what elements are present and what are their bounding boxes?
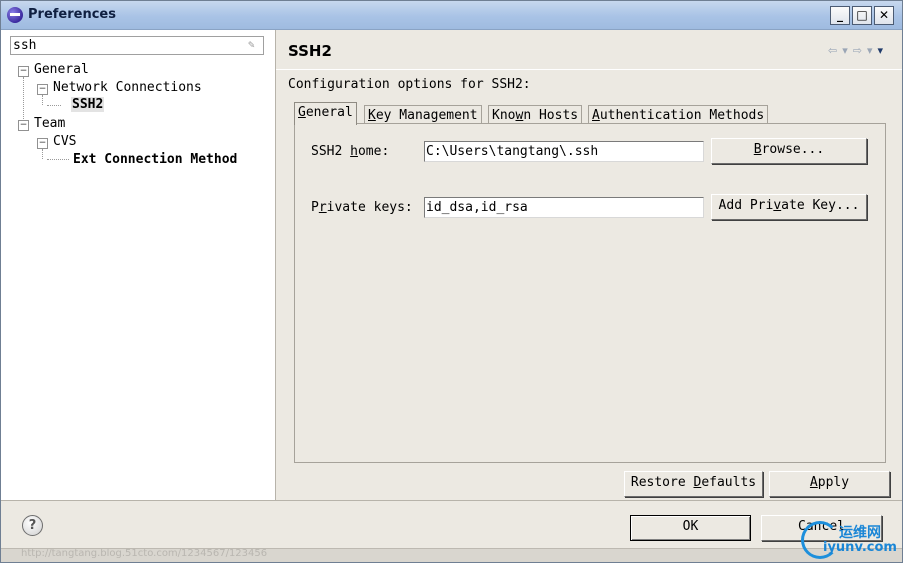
- private-keys-label-rest: ivate keys:: [326, 200, 413, 215]
- tree-item-network-connections[interactable]: Network Connections: [53, 80, 202, 96]
- tree-item-team[interactable]: Team: [34, 116, 65, 132]
- ssh2-home-label-text: SSH2: [311, 144, 351, 159]
- help-icon[interactable]: ?: [22, 515, 43, 536]
- tab-authentication-methods[interactable]: Authentication Methods: [588, 105, 769, 125]
- ok-button[interactable]: OK: [630, 515, 751, 541]
- tab-auth-label-rest: uthentication Methods: [599, 108, 765, 123]
- ssh2-home-input[interactable]: [426, 142, 696, 160]
- tree-item-general[interactable]: General: [34, 62, 89, 78]
- tree-connector: [42, 95, 43, 105]
- tab-known-hosts-label-rest: n Hosts: [523, 108, 579, 123]
- back-arrow-icon[interactable]: ⇦: [828, 44, 842, 57]
- apply-label-rest: pply: [817, 475, 850, 490]
- tab-general[interactable]: General: [294, 102, 357, 125]
- add-private-key-label-rest: ate Key...: [781, 198, 860, 213]
- ssh2-home-field: [424, 141, 704, 162]
- tree-connector: [23, 77, 24, 123]
- general-tab-panel: SSH2 home: Browse... Private keys: Add P…: [294, 123, 886, 463]
- view-menu-icon[interactable]: ▾: [877, 44, 888, 57]
- status-text: http://tangtang.blog.51cto.com/1234567/1…: [21, 548, 268, 559]
- forward-menu-icon[interactable]: ▾: [867, 44, 878, 57]
- tab-general-label-rest: eneral: [305, 105, 353, 120]
- page-navigation: ⇦▾⇨▾▾: [828, 44, 888, 57]
- site-watermark: 运维网 iyunv.com: [801, 517, 901, 559]
- clear-filter-icon[interactable]: ✎: [248, 39, 260, 51]
- private-keys-mnemonic: r: [318, 200, 327, 215]
- private-keys-field: [424, 197, 704, 218]
- back-menu-icon[interactable]: ▾: [842, 44, 853, 57]
- title-bar[interactable]: Preferences _ □ ✕: [1, 1, 902, 30]
- add-private-key-mnemonic: v: [773, 198, 782, 213]
- watermark-url: iyunv.com: [823, 540, 897, 555]
- button-bar-separator: [1, 500, 902, 501]
- private-keys-input[interactable]: [426, 198, 696, 216]
- preferences-dialog: Preferences _ □ ✕ ✎ − General − Network …: [0, 0, 903, 563]
- preference-page: SSH2 ⇦▾⇨▾▾ Configuration options for SSH…: [276, 30, 902, 500]
- page-description: Configuration options for SSH2:: [288, 77, 531, 92]
- apply-mnemonic: A: [809, 475, 818, 490]
- status-strip: http://tangtang.blog.51cto.com/1234567/1…: [1, 548, 902, 562]
- tab-known-hosts-label: Kno: [492, 108, 516, 123]
- preference-tree-pane: ✎ − General − Network Connections SSH2 −…: [1, 30, 276, 500]
- restore-defaults-button[interactable]: Restore Defaults: [624, 471, 763, 497]
- tab-key-management[interactable]: Key Management: [364, 105, 482, 125]
- minimize-button[interactable]: _: [830, 6, 850, 25]
- private-keys-label-text: P: [311, 200, 319, 215]
- tree-item-cvs[interactable]: CVS: [53, 134, 76, 150]
- tree-connector: [42, 149, 43, 159]
- tab-auth-mnemonic: A: [592, 108, 600, 123]
- tree-item-ext-connection-method[interactable]: Ext Connection Method: [73, 152, 237, 168]
- tab-key-management-mnemonic: K: [368, 108, 376, 123]
- browse-mnemonic: B: [753, 142, 762, 157]
- watermark-cn-text: 运维网: [839, 525, 881, 541]
- window-title: Preferences: [28, 7, 116, 22]
- forward-arrow-icon[interactable]: ⇨: [853, 44, 867, 57]
- collapse-team-icon[interactable]: −: [18, 120, 29, 131]
- browse-button[interactable]: Browse...: [711, 138, 867, 164]
- close-button[interactable]: ✕: [874, 6, 894, 25]
- tree-connector: [47, 159, 69, 160]
- collapse-cvs-icon[interactable]: −: [37, 138, 48, 149]
- browse-label-rest: rowse...: [761, 142, 825, 157]
- filter-box: ✎: [10, 36, 264, 55]
- restore-defaults-label-rest: efaults: [701, 475, 757, 490]
- ssh2-home-label-rest: ome:: [357, 144, 390, 159]
- add-private-key-button[interactable]: Add Private Key...: [711, 194, 867, 220]
- tab-known-hosts[interactable]: Known Hosts: [488, 105, 583, 125]
- filter-input[interactable]: [13, 37, 241, 53]
- restore-defaults-label: Restore: [630, 475, 694, 490]
- ssh2-home-mnemonic: h: [350, 144, 358, 159]
- tree-connector: [47, 105, 61, 106]
- collapse-general-icon[interactable]: −: [18, 66, 29, 77]
- private-keys-label: Private keys:: [311, 200, 413, 215]
- maximize-button[interactable]: □: [852, 6, 872, 25]
- collapse-network-icon[interactable]: −: [37, 84, 48, 95]
- tree-item-ssh2-label: SSH2: [71, 97, 105, 112]
- page-title: SSH2: [288, 42, 332, 60]
- tab-key-management-label-rest: ey Management: [375, 108, 478, 123]
- add-private-key-label: Add Pri: [718, 198, 774, 213]
- tree-item-ssh2[interactable]: SSH2: [71, 97, 105, 113]
- tab-general-mnemonic: G: [298, 105, 306, 120]
- title-separator: [276, 69, 902, 70]
- apply-button[interactable]: Apply: [769, 471, 890, 497]
- ssh2-home-label: SSH2 home:: [311, 144, 389, 159]
- eclipse-icon: [7, 7, 23, 23]
